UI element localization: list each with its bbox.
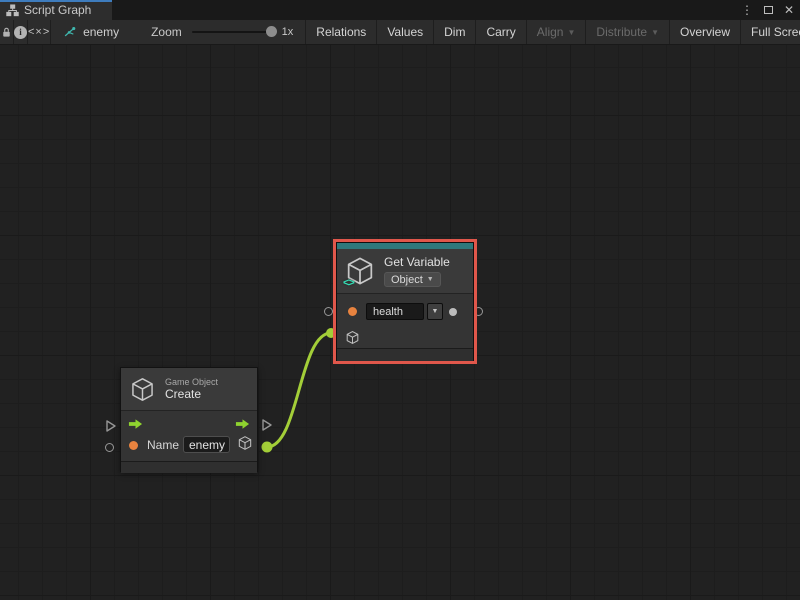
distribute-label: Distribute — [596, 25, 647, 39]
variable-name-field[interactable]: health — [366, 303, 424, 320]
window-controls: ⋮ ✕ — [740, 0, 796, 20]
hollow-triangle-port-icon — [105, 419, 117, 433]
getvar-left-port-circle[interactable] — [324, 307, 333, 316]
full-screen-button[interactable]: Full Screen — [741, 20, 800, 44]
node-footer — [337, 348, 473, 361]
zoom-label: Zoom — [151, 25, 182, 39]
graph-info-segment: enemy Zoom 1x — [51, 20, 306, 44]
relations-button[interactable]: Relations — [306, 20, 377, 44]
values-button[interactable]: Values — [377, 20, 434, 44]
get-variable-header[interactable]: <> Get Variable Object ▼ — [337, 249, 473, 293]
distribute-button[interactable]: Distribute ▼ — [586, 20, 670, 44]
flow-in-arrow-icon[interactable] — [128, 418, 143, 430]
carry-button[interactable]: Carry — [476, 20, 526, 44]
create-title-column: Game Object Create — [165, 377, 218, 401]
connection-start-dot[interactable] — [262, 442, 273, 453]
variable-kind-label: Object — [391, 274, 423, 286]
focused-tab-indicator — [0, 0, 112, 2]
connection-edge[interactable] — [267, 333, 331, 447]
gameobject-output-port[interactable] — [237, 435, 253, 451]
node-title: Get Variable — [384, 255, 450, 269]
get-variable-title-column: Get Variable Object ▼ — [384, 255, 450, 287]
graph-reference-icon — [63, 25, 77, 39]
node-category: Game Object — [165, 377, 218, 387]
variable-name-value: health — [373, 306, 403, 318]
chevron-down-icon: ▼ — [427, 276, 434, 283]
dim-button[interactable]: Dim — [434, 20, 476, 44]
flow-out-arrow-icon[interactable] — [235, 418, 250, 430]
name-input-port-icon[interactable] — [348, 307, 357, 316]
name-value: enemy — [189, 438, 225, 452]
create-left-port-circle[interactable] — [105, 443, 114, 452]
code-preview-button[interactable]: <×> — [28, 20, 51, 44]
gameobject-cube-icon — [345, 330, 360, 345]
zoom-slider[interactable] — [192, 31, 273, 33]
info-icon: i — [14, 26, 27, 39]
create-header[interactable]: Game Object Create — [121, 368, 257, 410]
chevron-down-icon: ▼ — [651, 28, 659, 37]
script-graph-icon — [6, 4, 19, 17]
get-variable-node[interactable]: <> Get Variable Object ▼ health — [336, 242, 474, 361]
zoom-slider-handle[interactable] — [266, 26, 277, 37]
name-label: Name — [147, 438, 179, 452]
value-output-port-icon[interactable] — [449, 308, 457, 316]
get-variable-node-selection: <> Get Variable Object ▼ health — [333, 239, 477, 364]
variable-kind-dropdown[interactable]: Object ▼ — [384, 272, 441, 287]
lock-button[interactable] — [0, 20, 14, 44]
tab-bar: Script Graph ⋮ ✕ — [0, 0, 800, 20]
name-field[interactable]: enemy — [183, 436, 230, 453]
graph-name: enemy — [83, 25, 119, 39]
code-icon: <×> — [28, 26, 50, 38]
maximize-icon[interactable] — [761, 2, 775, 18]
chevron-down-icon: ▼ — [432, 308, 439, 315]
name-input-port-icon[interactable] — [129, 441, 138, 450]
tab-title: Script Graph — [24, 3, 91, 17]
hollow-circle-port-icon — [105, 443, 114, 452]
align-button[interactable]: Align ▼ — [527, 20, 587, 44]
create-flow-out-port[interactable] — [261, 418, 273, 437]
unity-script-graph-window: Script Graph ⋮ ✕ i <×> — [0, 0, 800, 600]
graph-canvas[interactable]: <> Get Variable Object ▼ health — [0, 45, 800, 600]
create-node[interactable]: Game Object Create Name enemy — [120, 367, 258, 472]
info-button[interactable]: i — [14, 20, 28, 44]
get-variable-body: health ▼ — [337, 294, 473, 348]
angle-brackets-glyph: <> — [343, 277, 354, 289]
node-title: Create — [165, 387, 218, 401]
maximize-glyph — [764, 6, 773, 14]
zoom-value: 1x — [282, 26, 294, 38]
node-footer — [121, 461, 257, 473]
variable-cube-icon: <> — [344, 255, 376, 287]
chevron-down-icon: ▼ — [567, 28, 575, 37]
align-label: Align — [537, 25, 564, 39]
close-icon[interactable]: ✕ — [782, 2, 796, 18]
tab-content: Script Graph — [6, 3, 91, 17]
gameobject-cube-icon — [129, 376, 156, 403]
tab-script-graph[interactable]: Script Graph — [0, 0, 112, 20]
graph-toolbar: i <×> enemy Zoom 1x Relations Values Dim… — [0, 20, 800, 45]
create-body: Name enemy — [121, 411, 257, 461]
window-menu-icon[interactable]: ⋮ — [740, 2, 754, 18]
overview-button[interactable]: Overview — [670, 20, 741, 44]
gameobject-cube-icon — [237, 435, 253, 451]
lock-icon — [0, 26, 13, 39]
create-flow-in-port[interactable] — [105, 419, 117, 438]
hollow-circle-port-icon — [324, 307, 333, 316]
variable-name-dropdown[interactable]: ▼ — [427, 303, 443, 320]
hollow-triangle-port-icon — [261, 418, 273, 432]
object-input-port[interactable] — [345, 330, 360, 345]
